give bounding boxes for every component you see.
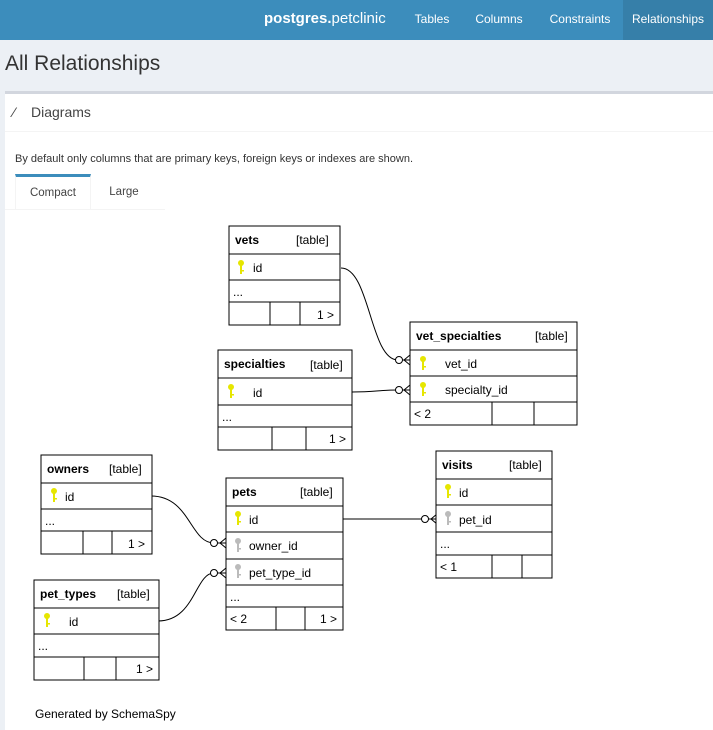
rel-pettypes-pets [157, 572, 226, 622]
pets-footer-left: < 2 [230, 612, 247, 626]
visits-col-id: id [459, 486, 468, 500]
table-vet-specialties[interactable]: vet_specialties [table] vet_id specialty… [409, 321, 578, 426]
owners-more: ... [45, 514, 55, 528]
vet-specialties-kind: [table] [535, 329, 568, 343]
visits-col-pet-id: pet_id [459, 513, 492, 527]
pets-name: pets [232, 485, 257, 499]
table-specialties[interactable]: specialties [table] id ... 1 > [217, 349, 353, 451]
visits-name: visits [442, 458, 473, 472]
specialties-col-id: id [253, 386, 262, 400]
specialties-footer-right: 1 > [329, 432, 346, 446]
pets-footer-right: 1 > [320, 612, 337, 626]
table-owners[interactable]: owners [table] id ... 1 > [40, 454, 153, 555]
owners-footer-right: 1 > [128, 537, 145, 551]
pet-types-name: pet_types [40, 587, 96, 601]
relationship-diagram: vets [table] id ... 1 > vet_specialties … [33, 225, 578, 681]
pets-col-pet-type-id: pet_type_id [249, 566, 311, 580]
vet-specialties-col-vet-id: vet_id [445, 357, 477, 371]
table-vets[interactable]: vets [table] id ... 1 > [228, 225, 341, 326]
vet-specialties-name: vet_specialties [416, 329, 502, 343]
table-visits[interactable]: visits [table] id pet_id ... < 1 [435, 450, 553, 579]
vets-kind: [table] [296, 233, 329, 247]
vet-specialties-col-specialty-id: specialty_id [445, 383, 508, 397]
visits-more: ... [440, 537, 450, 551]
rel-vets-vetspecialties [340, 267, 410, 361]
pet-types-more: ... [38, 639, 48, 653]
vets-more: ... [233, 285, 243, 299]
vets-col-id: id [253, 261, 262, 275]
pets-col-owner-id: owner_id [249, 539, 298, 553]
vets-footer-right: 1 > [317, 308, 334, 322]
rel-owners-pets [150, 495, 226, 544]
specialties-more: ... [222, 410, 232, 424]
table-pet-types[interactable]: pet_types [table] id ... 1 > [33, 579, 160, 681]
pets-col-id: id [249, 513, 258, 527]
visits-footer-left: < 1 [440, 560, 457, 574]
pet-types-kind: [table] [117, 587, 150, 601]
table-pets[interactable]: pets [table] id owner_id pet_type_id ...… [225, 477, 344, 631]
owners-kind: [table] [109, 462, 142, 476]
specialties-name: specialties [224, 357, 286, 371]
pets-kind: [table] [300, 485, 333, 499]
pet-types-footer-right: 1 > [136, 662, 153, 676]
pets-more: ... [230, 590, 240, 604]
owners-name: owners [47, 462, 89, 476]
vet-specialties-footer-left: < 2 [414, 407, 431, 421]
specialties-kind: [table] [310, 358, 343, 372]
owners-col-id: id [65, 490, 74, 504]
pet-types-col-id: id [69, 615, 78, 629]
visits-kind: [table] [509, 458, 542, 472]
vets-name: vets [235, 233, 259, 247]
